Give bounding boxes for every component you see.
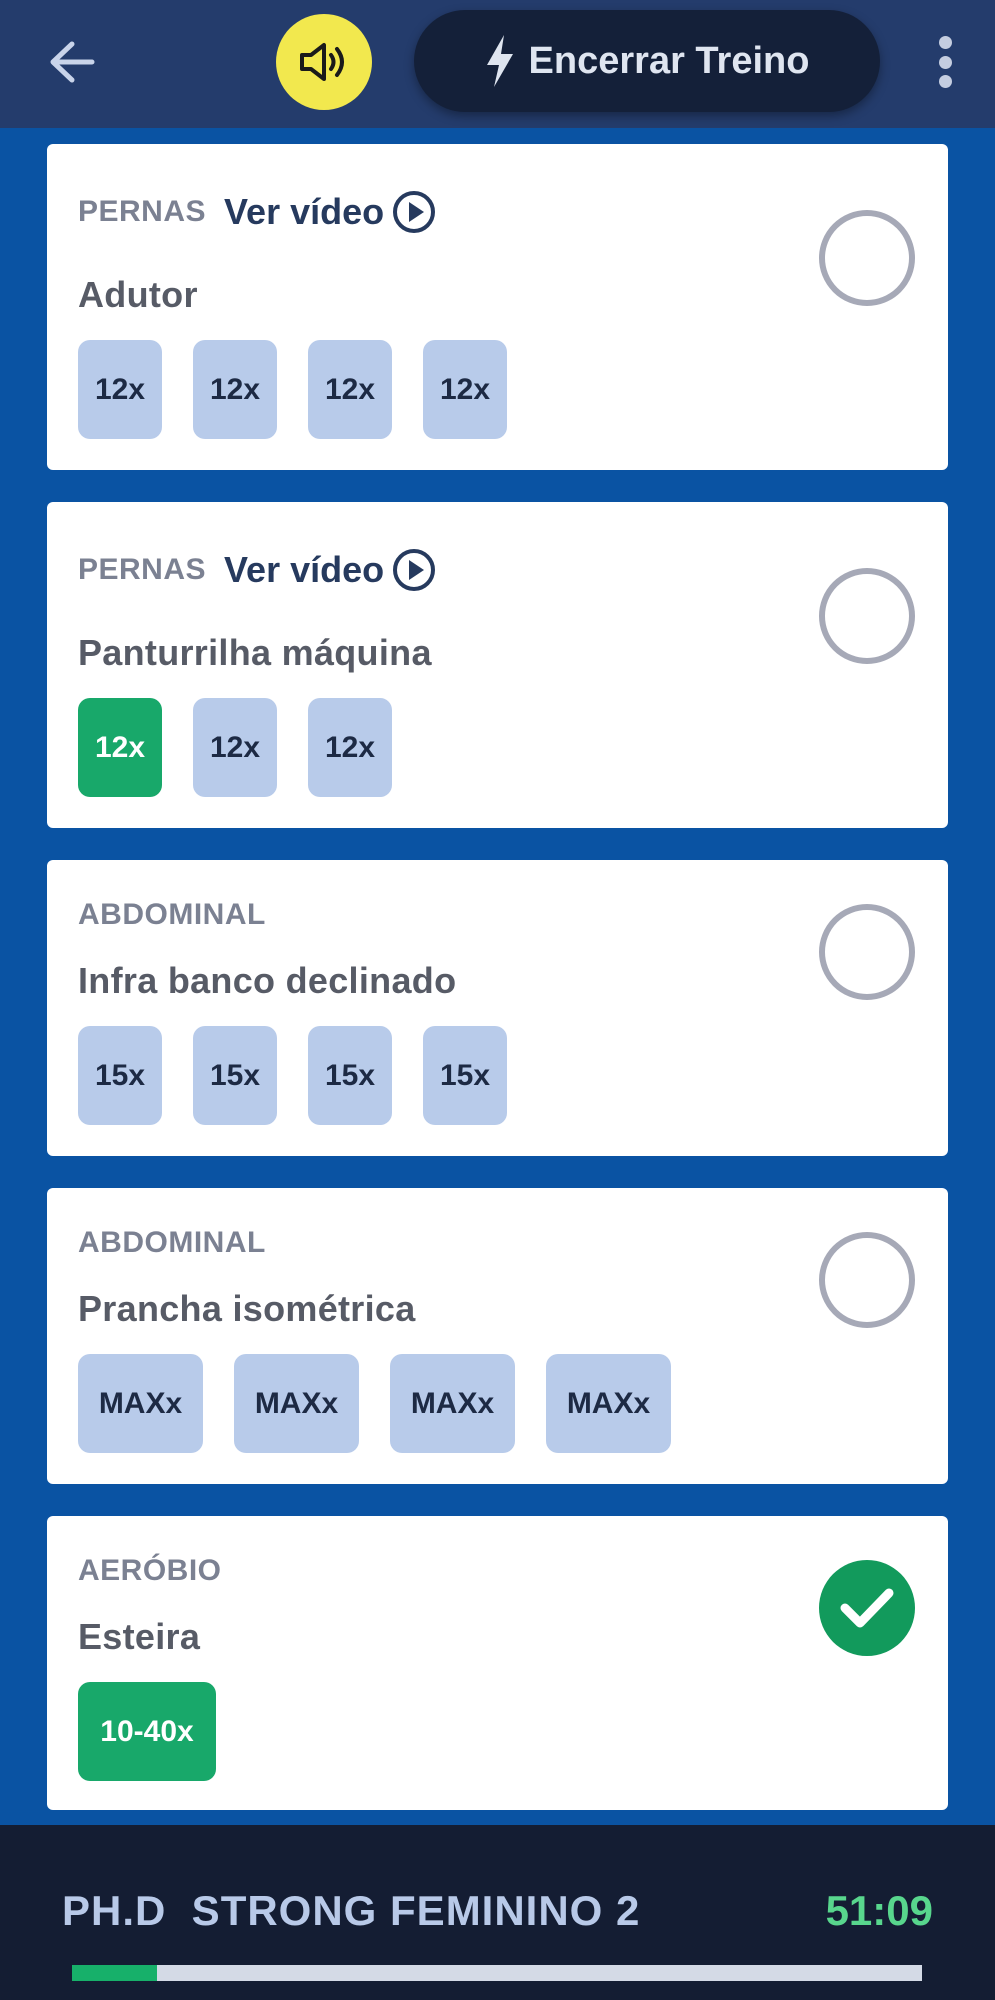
set-chip[interactable]: 12x	[308, 698, 392, 797]
watch-video-label: Ver vídeo	[224, 549, 385, 590]
play-circle-icon	[393, 549, 436, 591]
exercise-card: PERNAS Ver vídeo Panturrilha máquina 12x…	[47, 502, 948, 828]
lightning-bolt-icon	[486, 35, 513, 87]
workout-timer: 51:09	[825, 1887, 933, 1934]
exercise-header: ABDOMINAL	[78, 1226, 266, 1260]
exercise-name: Panturrilha máquina	[78, 632, 432, 673]
workout-progress-fill	[72, 1965, 157, 1981]
set-list: 12x 12x 12x	[78, 698, 392, 797]
complete-exercise-checkbox[interactable]	[819, 1232, 915, 1328]
set-chip[interactable]: 12x	[78, 340, 162, 439]
exercise-card: AERÓBIO Esteira 10-40x	[47, 1516, 948, 1810]
set-list: 15x 15x 15x 15x	[78, 1026, 507, 1125]
set-chip[interactable]: 12x	[193, 340, 277, 439]
set-list: 10-40x	[78, 1682, 216, 1781]
exercise-card: PERNAS Ver vídeo Adutor 12x 12x 12x 12x	[47, 144, 948, 470]
exercise-category: AERÓBIO	[78, 1554, 222, 1587]
set-list: MAXx MAXx MAXx MAXx	[78, 1354, 671, 1453]
set-chip-done[interactable]: 12x	[78, 698, 162, 797]
workout-name: PH.D STRONG FEMININO 2	[62, 1887, 641, 1934]
watch-video-link[interactable]: Ver vídeo	[224, 548, 436, 592]
set-chip[interactable]: MAXx	[234, 1354, 359, 1453]
more-vertical-icon-dot	[938, 55, 952, 69]
end-workout-button[interactable]: Encerrar Treino	[414, 10, 880, 112]
arrow-left-icon	[50, 41, 95, 83]
end-workout-label: Encerrar Treino	[528, 39, 810, 82]
more-vertical-icon-dot	[938, 75, 952, 88]
exercise-category: ABDOMINAL	[78, 1226, 266, 1259]
more-vertical-icon	[938, 36, 952, 49]
exercise-header: AERÓBIO	[78, 1554, 222, 1588]
set-chip[interactable]: 15x	[78, 1026, 162, 1125]
exercise-header: PERNAS Ver vídeo	[78, 190, 436, 234]
exercise-category: PERNAS	[78, 553, 207, 586]
checkmark-icon	[840, 1588, 894, 1628]
top-bar: Encerrar Treino	[0, 0, 995, 128]
complete-exercise-checkbox[interactable]	[819, 210, 915, 306]
exercise-name: Esteira	[78, 1616, 201, 1657]
set-chip[interactable]: MAXx	[546, 1354, 671, 1453]
exercise-card: ABDOMINAL Prancha isométrica MAXx MAXx M…	[47, 1188, 948, 1484]
exercise-category: ABDOMINAL	[78, 898, 266, 931]
set-chip[interactable]: 12x	[423, 340, 507, 439]
set-chip[interactable]: MAXx	[78, 1354, 203, 1453]
set-chip[interactable]: 12x	[308, 340, 392, 439]
exercise-header: ABDOMINAL	[78, 898, 266, 932]
set-chip[interactable]: MAXx	[390, 1354, 515, 1453]
exercise-name: Infra banco declinado	[78, 960, 457, 1001]
set-chip-done[interactable]: 10-40x	[78, 1682, 216, 1781]
set-chip[interactable]: 15x	[308, 1026, 392, 1125]
workout-progress-bar	[72, 1965, 922, 1981]
complete-exercise-checkbox[interactable]	[819, 568, 915, 664]
set-chip[interactable]: 15x	[423, 1026, 507, 1125]
exercise-card: ABDOMINAL Infra banco declinado 15x 15x …	[47, 860, 948, 1156]
exercise-category: PERNAS	[78, 195, 207, 228]
watch-video-label: Ver vídeo	[224, 191, 385, 232]
back-button[interactable]	[40, 30, 104, 94]
sound-toggle-button[interactable]	[276, 14, 372, 110]
exercise-name: Prancha isométrica	[78, 1288, 416, 1329]
complete-exercise-checkbox-checked[interactable]	[819, 1560, 915, 1656]
play-circle-icon	[393, 191, 436, 233]
workout-footer: PH.D STRONG FEMININO 2 51:09	[0, 1825, 995, 2000]
complete-exercise-checkbox[interactable]	[819, 904, 915, 1000]
watch-video-link[interactable]: Ver vídeo	[224, 190, 436, 234]
exercise-name: Adutor	[78, 274, 198, 315]
set-chip[interactable]: 12x	[193, 698, 277, 797]
set-list: 12x 12x 12x 12x	[78, 340, 507, 439]
more-options-button[interactable]	[920, 34, 970, 90]
exercise-header: PERNAS Ver vídeo	[78, 548, 436, 592]
speaker-volume-icon	[300, 43, 344, 81]
set-chip[interactable]: 15x	[193, 1026, 277, 1125]
